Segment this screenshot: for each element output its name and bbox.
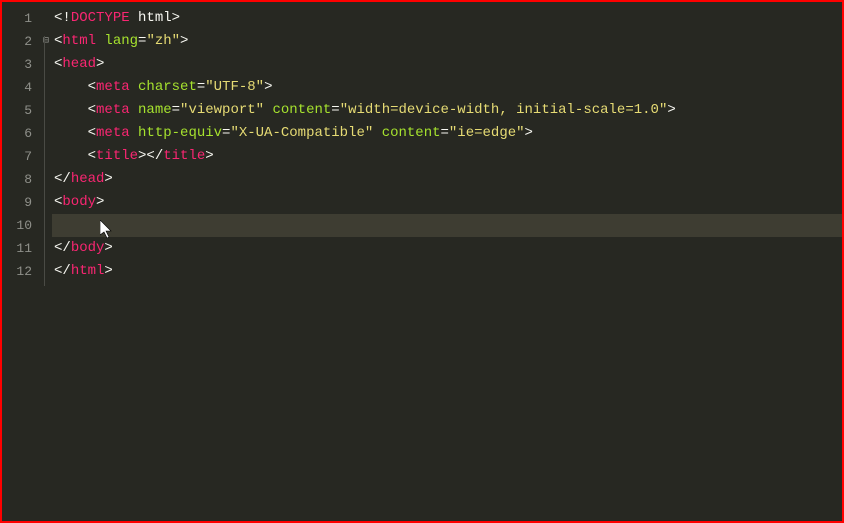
line-number: 5	[2, 99, 40, 122]
fold-gutter[interactable]: ⊟	[40, 2, 52, 521]
line-number: 6	[2, 122, 40, 145]
token-tag: html	[62, 33, 96, 49]
token-tag: body	[71, 240, 105, 256]
fold-marker	[40, 260, 52, 283]
line-number: 1	[2, 7, 40, 30]
token-punct	[373, 125, 381, 141]
token-attr-value: "ie=edge"	[449, 125, 525, 141]
token-punct: <	[54, 79, 96, 95]
token-attr-value: "zh"	[146, 33, 180, 49]
code-line[interactable]: <body>	[52, 191, 842, 214]
token-punct: >	[96, 194, 104, 210]
line-number: 8	[2, 168, 40, 191]
token-punct: </	[54, 263, 71, 279]
fold-marker	[40, 7, 52, 30]
token-punct: >	[525, 125, 533, 141]
token-punct: </	[54, 240, 71, 256]
token-tag: meta	[96, 125, 130, 141]
code-line[interactable]	[52, 214, 842, 237]
line-number: 7	[2, 145, 40, 168]
token-attr-name: lang	[104, 33, 138, 49]
fold-guide-line	[44, 36, 45, 286]
token-punct: =	[197, 79, 205, 95]
token-attr-name: charset	[138, 79, 197, 95]
token-tag: head	[62, 56, 96, 72]
token-tag: html	[71, 263, 105, 279]
line-number: 10	[2, 214, 40, 237]
token-punct: >	[104, 263, 112, 279]
token-tag: title	[96, 148, 138, 164]
token-punct: <	[54, 148, 96, 164]
line-number: 3	[2, 53, 40, 76]
token-tag: head	[71, 171, 105, 187]
line-number: 11	[2, 237, 40, 260]
token-punct	[130, 102, 138, 118]
token-punct	[130, 125, 138, 141]
token-attr-value: "viewport"	[180, 102, 264, 118]
fold-marker	[40, 145, 52, 168]
token-tag: meta	[96, 102, 130, 118]
token-tag: title	[163, 148, 205, 164]
token-tag: meta	[96, 79, 130, 95]
fold-marker	[40, 99, 52, 122]
fold-marker[interactable]: ⊟	[40, 30, 52, 53]
token-punct: >	[667, 102, 675, 118]
fold-marker	[40, 168, 52, 191]
line-number: 2	[2, 30, 40, 53]
token-punct: =	[172, 102, 180, 118]
token-punct: >	[104, 240, 112, 256]
token-punct: </	[54, 171, 71, 187]
token-doctype: DOCTYPE	[71, 10, 130, 26]
code-content[interactable]: <!DOCTYPE html><html lang="zh"><head> <m…	[52, 2, 842, 521]
token-attr-name: name	[138, 102, 172, 118]
token-punct: >	[264, 79, 272, 95]
token-punct: >	[180, 33, 188, 49]
fold-marker	[40, 122, 52, 145]
fold-marker	[40, 53, 52, 76]
token-punct: <	[54, 125, 96, 141]
token-punct	[54, 217, 88, 233]
line-number: 12	[2, 260, 40, 283]
token-punct	[130, 79, 138, 95]
token-punct: =	[441, 125, 449, 141]
token-attr-name: content	[272, 102, 331, 118]
code-line[interactable]: <html lang="zh">	[52, 30, 842, 53]
token-punct: ></	[138, 148, 163, 164]
code-line[interactable]: <!DOCTYPE html>	[52, 7, 842, 30]
token-attr-name: content	[382, 125, 441, 141]
code-line[interactable]: <title></title>	[52, 145, 842, 168]
code-line[interactable]: </html>	[52, 260, 842, 283]
token-punct: <!	[54, 10, 71, 26]
fold-marker	[40, 214, 52, 237]
fold-marker	[40, 191, 52, 214]
code-line[interactable]: <meta name="viewport" content="width=dev…	[52, 99, 842, 122]
line-number-gutter: 123456789101112	[2, 2, 40, 521]
code-line[interactable]: </body>	[52, 237, 842, 260]
token-attr-value: "width=device-width, initial-scale=1.0"	[340, 102, 668, 118]
line-number: 9	[2, 191, 40, 214]
editor-frame: 123456789101112 ⊟ <!DOCTYPE html><html l…	[0, 0, 844, 523]
token-punct: >	[104, 171, 112, 187]
code-line[interactable]: </head>	[52, 168, 842, 191]
code-line[interactable]: <head>	[52, 53, 842, 76]
token-attr-name: http-equiv	[138, 125, 222, 141]
token-punct: >	[96, 56, 104, 72]
line-number: 4	[2, 76, 40, 99]
token-punct: =	[331, 102, 339, 118]
token-tag: body	[62, 194, 96, 210]
token-punct: >	[205, 148, 213, 164]
code-line[interactable]: <meta http-equiv = "X-UA-Compatible" conte…	[52, 122, 842, 145]
code-line[interactable]: <meta charset="UTF-8">	[52, 76, 842, 99]
code-area[interactable]: 123456789101112 ⊟ <!DOCTYPE html><html l…	[2, 2, 842, 521]
token-punct: html>	[130, 10, 180, 26]
token-attr-value: "X-UA-Compatible"	[230, 125, 373, 141]
fold-marker	[40, 237, 52, 260]
token-attr-value: "UTF-8"	[205, 79, 264, 95]
token-punct: <	[54, 102, 96, 118]
fold-marker	[40, 76, 52, 99]
